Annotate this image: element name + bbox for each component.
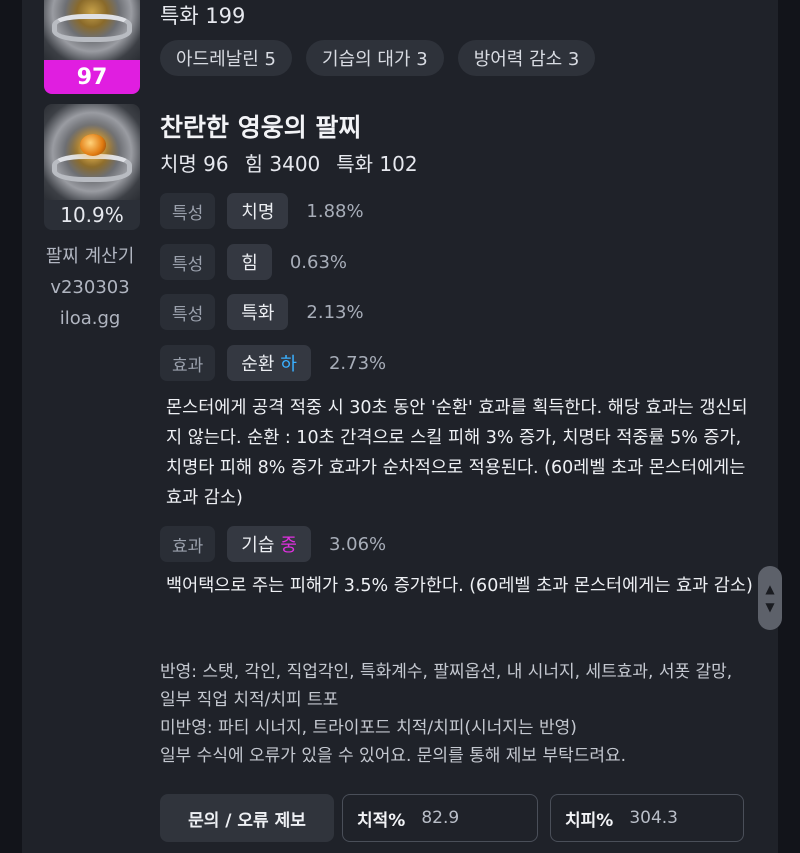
option-name[interactable]: 특화	[227, 294, 289, 330]
crit-rate-field[interactable]: 치적% 82.9	[342, 794, 538, 842]
option-row-spec: 특성 특화 2.13%	[160, 294, 364, 330]
option-description: 몬스터에게 공격 적중 시 30초 동안 '순환' 효과를 획득한다. 해당 효…	[166, 398, 748, 508]
option-grade: 하	[280, 354, 297, 375]
option-kind: 특성	[160, 193, 216, 229]
option-name[interactable]: 순환 하	[227, 345, 311, 381]
engraving-chip: 기습의 대가 3	[305, 40, 444, 76]
option-row-ambush: 효과 기습 중 3.06%	[160, 526, 386, 562]
sidebar-info: 팔찌 계산기 v230303 iloa.gg	[40, 241, 140, 334]
option-percent: 3.06%	[328, 533, 387, 555]
engraving-chip: 아드레날린 5	[160, 40, 292, 76]
prev-item-stat: 특화 199	[160, 4, 246, 28]
bracelet-thumbnail[interactable]: 10.9%	[44, 104, 140, 230]
crit-damage-field[interactable]: 치피% 304.3	[550, 794, 744, 842]
scroll-control[interactable]: ▲ ▼	[758, 566, 782, 630]
prev-item-thumbnail[interactable]: 97	[44, 0, 140, 94]
stat-spec: 특화 102	[336, 152, 418, 176]
option-percent: 0.63%	[289, 251, 348, 273]
option-row-crit: 특성 치명 1.88%	[160, 193, 364, 229]
crit-damage-label: 치피%	[565, 810, 614, 831]
option-kind: 효과	[160, 345, 216, 381]
notes: 반영: 스탯, 각인, 직업각인, 특화계수, 팔찌옵션, 내 시너지, 세트효…	[160, 658, 740, 770]
reflected-note: 반영: 스탯, 각인, 직업각인, 특화계수, 팔찌옵션, 내 시너지, 세트효…	[160, 662, 733, 710]
crit-rate-value[interactable]: 82.9	[421, 808, 459, 828]
option-name[interactable]: 기습 중	[227, 526, 311, 562]
option-kind: 특성	[160, 244, 216, 280]
disclaimer-note: 일부 수식에 오류가 있을 수 있어요. 문의를 통해 제보 부탁드려요.	[160, 746, 627, 766]
option-kind: 효과	[160, 526, 216, 562]
crit-damage-value[interactable]: 304.3	[629, 808, 678, 828]
chevron-up-icon[interactable]: ▲	[765, 580, 774, 598]
chevron-down-icon[interactable]: ▼	[765, 598, 774, 616]
stat-str: 힘 3400	[244, 152, 321, 176]
option-row-str: 특성 힘 0.63%	[160, 244, 347, 280]
option-kind: 특성	[160, 294, 216, 330]
site-link[interactable]: iloa.gg	[40, 303, 140, 334]
report-button[interactable]: 문의 / 오류 제보	[160, 794, 334, 842]
unreflected-note: 미반영: 파티 시너지, 트라이포드 치적/치피(시너지는 반영)	[160, 718, 577, 738]
prev-item-score-badge: 97	[44, 60, 140, 94]
bracelet-score-badge: 10.9%	[44, 200, 140, 230]
item-stats: 치명 96 힘 3400 특화 102	[160, 148, 418, 177]
engraving-chip: 방어력 감소 3	[457, 40, 596, 76]
option-description: 백어택으로 주는 피해가 3.5% 증가한다. (60레벨 초과 몬스터에게는 …	[166, 576, 753, 596]
option-row-cycle: 효과 순환 하 2.73%	[160, 345, 386, 381]
crit-rate-label: 치적%	[357, 810, 406, 831]
item-name: 찬란한 영웅의 팔찌	[160, 113, 362, 142]
option-percent: 2.73%	[328, 352, 387, 374]
option-name[interactable]: 치명	[227, 193, 289, 229]
app-title: 팔찌 계산기	[45, 246, 135, 267]
option-grade: 중	[280, 535, 297, 556]
option-percent: 1.88%	[306, 200, 364, 222]
option-percent: 2.13%	[306, 301, 364, 323]
option-name[interactable]: 힘	[227, 244, 272, 280]
app-version: v230303	[50, 277, 130, 298]
ring-icon	[44, 0, 140, 60]
prev-item-engravings: 아드레날린 5 기습의 대가 3 방어력 감소 3	[160, 40, 596, 76]
stat-crit: 치명 96	[160, 152, 229, 176]
bracelet-icon	[44, 104, 140, 200]
